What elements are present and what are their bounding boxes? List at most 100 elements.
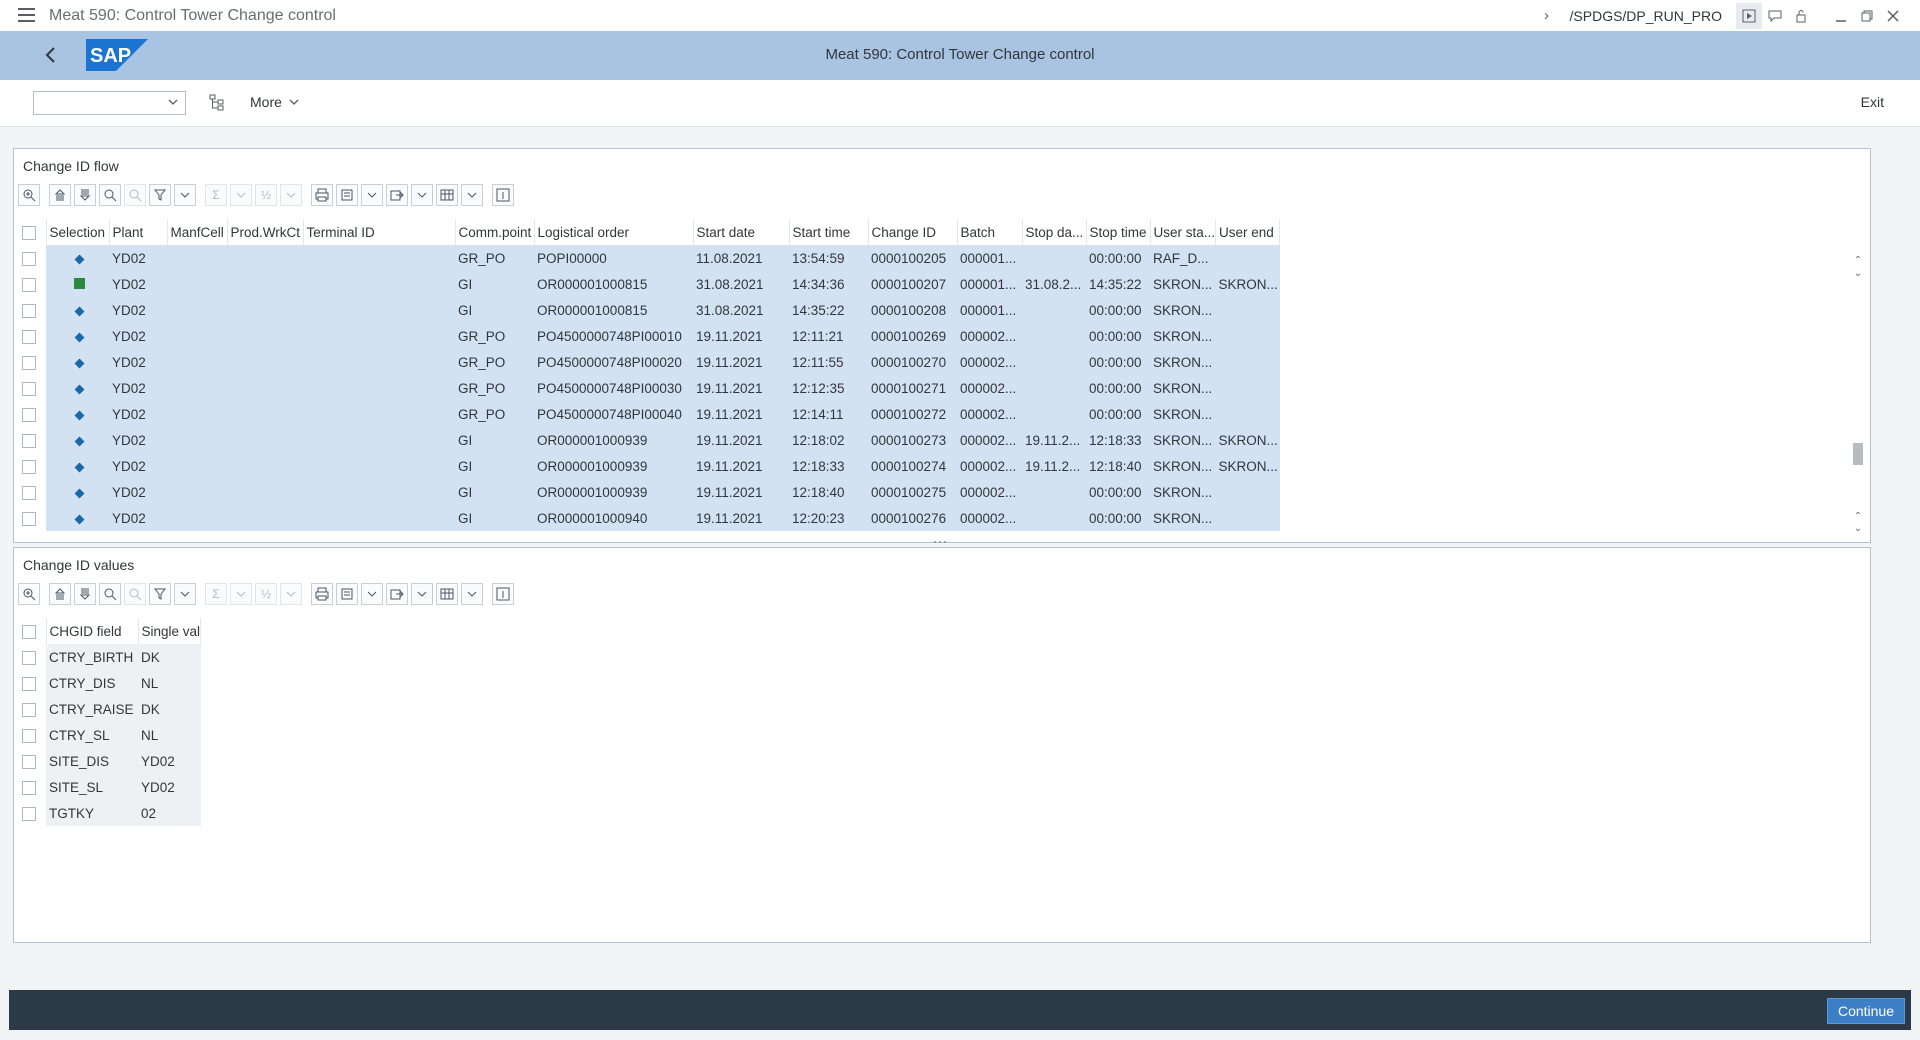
- chgid-field-cell[interactable]: CTRY_SL: [46, 722, 138, 748]
- menu-icon[interactable]: [18, 8, 35, 22]
- continue-button[interactable]: Continue: [1826, 998, 1905, 1024]
- find-icon[interactable]: [99, 184, 121, 206]
- start-date-cell[interactable]: 19.11.2021: [693, 401, 789, 427]
- comm-point-cell[interactable]: GI: [455, 453, 534, 479]
- export-icon[interactable]: [386, 184, 408, 206]
- plant-cell[interactable]: YD02: [109, 427, 167, 453]
- filter-dropdown-icon[interactable]: [174, 184, 196, 206]
- table-row[interactable]: SITE_DIS YD02: [19, 748, 201, 774]
- scroll-down-icon[interactable]: ⌄: [1852, 266, 1864, 280]
- stop-time-cell[interactable]: 00:00:00: [1086, 505, 1150, 531]
- sort-descending-icon[interactable]: [74, 184, 96, 206]
- prod-wrkct-cell[interactable]: [227, 297, 303, 323]
- start-time-cell[interactable]: 12:12:35: [789, 375, 868, 401]
- table-row[interactable]: YD02 GI OR000001000939 19.11.2021 12:18:02 00…: [19, 427, 1280, 453]
- user-end-cell[interactable]: [1215, 375, 1280, 401]
- batch-cell[interactable]: 000002...: [957, 479, 1022, 505]
- manfcell-cell[interactable]: [167, 401, 227, 427]
- user-start-cell[interactable]: SKRON...: [1150, 271, 1216, 297]
- stop-date-cell[interactable]: [1022, 323, 1086, 349]
- chgid-field-cell[interactable]: CTRY_DIS: [46, 670, 138, 696]
- manfcell-cell[interactable]: [167, 271, 227, 297]
- manfcell-cell[interactable]: [167, 245, 227, 271]
- stop-date-cell[interactable]: [1022, 401, 1086, 427]
- batch-cell[interactable]: 000002...: [957, 401, 1022, 427]
- user-start-cell[interactable]: SKRON...: [1150, 323, 1216, 349]
- logistical-order-cell[interactable]: OR000001000939: [534, 453, 693, 479]
- sort-ascending-icon[interactable]: [49, 583, 71, 605]
- table-row[interactable]: CTRY_DIS NL: [19, 670, 201, 696]
- vertical-scrollbar[interactable]: ⌃ ⌄ ⌃ ⌄: [1852, 253, 1864, 535]
- view-icon[interactable]: [336, 583, 358, 605]
- view-dropdown-icon[interactable]: [361, 583, 383, 605]
- layout-icon[interactable]: [436, 583, 458, 605]
- column-header[interactable]: Batch: [957, 219, 1023, 245]
- select-all-checkbox[interactable]: [19, 618, 47, 644]
- user-start-cell[interactable]: SKRON...: [1150, 375, 1216, 401]
- row-checkbox[interactable]: [19, 401, 46, 427]
- change-id-cell[interactable]: 0000100272: [868, 401, 957, 427]
- user-start-cell[interactable]: RAF_D...: [1150, 245, 1216, 271]
- manfcell-cell[interactable]: [167, 453, 227, 479]
- plant-cell[interactable]: YD02: [109, 349, 167, 375]
- comm-point-cell[interactable]: GI: [455, 505, 534, 531]
- single-value-cell[interactable]: 02: [138, 800, 201, 826]
- comm-point-cell[interactable]: GR_PO: [455, 349, 534, 375]
- column-header[interactable]: CHGID field: [46, 618, 139, 644]
- user-start-cell[interactable]: SKRON...: [1150, 401, 1216, 427]
- batch-cell[interactable]: 000002...: [957, 427, 1022, 453]
- plant-cell[interactable]: YD02: [109, 401, 167, 427]
- scroll-down-bottom-icon[interactable]: ⌄: [1852, 521, 1864, 535]
- user-start-cell[interactable]: SKRON...: [1150, 505, 1216, 531]
- row-checkbox[interactable]: [19, 774, 46, 800]
- start-time-cell[interactable]: 12:20:23: [789, 505, 868, 531]
- logistical-order-cell[interactable]: PO4500000748PI00030: [534, 375, 693, 401]
- terminal-id-cell[interactable]: [303, 479, 455, 505]
- chgid-field-cell[interactable]: CTRY_BIRTH: [46, 644, 138, 670]
- chgid-field-cell[interactable]: SITE_DIS: [46, 748, 138, 774]
- stop-date-cell[interactable]: [1022, 349, 1086, 375]
- manfcell-cell[interactable]: [167, 323, 227, 349]
- start-time-cell[interactable]: 12:11:55: [789, 349, 868, 375]
- stop-time-cell[interactable]: 00:00:00: [1086, 375, 1150, 401]
- logistical-order-cell[interactable]: OR000001000940: [534, 505, 693, 531]
- change-id-cell[interactable]: 0000100207: [868, 271, 957, 297]
- plant-cell[interactable]: YD02: [109, 479, 167, 505]
- batch-cell[interactable]: 000002...: [957, 375, 1022, 401]
- more-menu-button[interactable]: More: [250, 94, 300, 110]
- column-header[interactable]: User end: [1215, 219, 1281, 245]
- terminal-id-cell[interactable]: [303, 323, 455, 349]
- plant-cell[interactable]: YD02: [109, 505, 167, 531]
- change-id-cell[interactable]: 0000100275: [868, 479, 957, 505]
- stop-time-cell[interactable]: 00:00:00: [1086, 401, 1150, 427]
- column-header[interactable]: Plant: [109, 219, 168, 245]
- user-start-cell[interactable]: SKRON...: [1150, 453, 1216, 479]
- logistical-order-cell[interactable]: PO4500000748PI00020: [534, 349, 693, 375]
- zoom-details-icon[interactable]: [18, 583, 40, 605]
- batch-cell[interactable]: 000002...: [957, 453, 1022, 479]
- table-row[interactable]: YD02 GR_PO PO4500000748PI00020 19.11.2021 12…: [19, 349, 1280, 375]
- row-checkbox[interactable]: [19, 644, 46, 670]
- terminal-id-cell[interactable]: [303, 245, 455, 271]
- change-id-cell[interactable]: 0000100269: [868, 323, 957, 349]
- user-end-cell[interactable]: [1215, 297, 1280, 323]
- scroll-up-icon[interactable]: ⌃: [1852, 253, 1864, 267]
- chat-icon[interactable]: [1762, 3, 1788, 29]
- stop-time-cell[interactable]: 00:00:00: [1086, 479, 1150, 505]
- single-value-cell[interactable]: YD02: [138, 748, 201, 774]
- start-time-cell[interactable]: 13:54:59: [789, 245, 868, 271]
- row-checkbox[interactable]: [19, 505, 46, 531]
- start-date-cell[interactable]: 19.11.2021: [693, 375, 789, 401]
- stop-time-cell[interactable]: 12:18:33: [1086, 427, 1150, 453]
- start-date-cell[interactable]: 19.11.2021: [693, 505, 789, 531]
- terminal-id-cell[interactable]: [303, 375, 455, 401]
- batch-cell[interactable]: 000001...: [957, 271, 1022, 297]
- manfcell-cell[interactable]: [167, 349, 227, 375]
- plant-cell[interactable]: YD02: [109, 323, 167, 349]
- plant-cell[interactable]: YD02: [109, 271, 167, 297]
- export-dropdown-icon[interactable]: [411, 184, 433, 206]
- plant-cell[interactable]: YD02: [109, 297, 167, 323]
- plant-cell[interactable]: YD02: [109, 245, 167, 271]
- start-date-cell[interactable]: 19.11.2021: [693, 453, 789, 479]
- stop-time-cell[interactable]: 00:00:00: [1086, 349, 1150, 375]
